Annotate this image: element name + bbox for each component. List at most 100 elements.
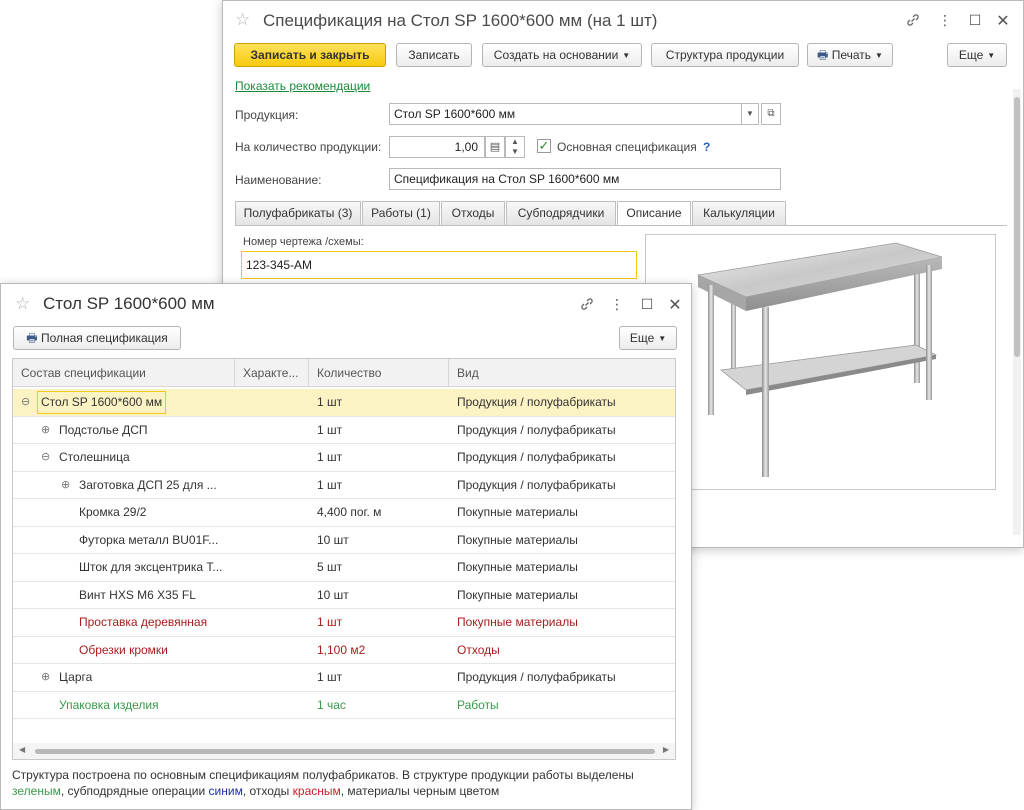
structure-tree-table[interactable]: Состав спецификации Характе... Количеств… bbox=[12, 358, 676, 760]
product-image bbox=[645, 234, 996, 490]
table-row[interactable]: ⊕ Заготовка ДСП 25 для ... 1 шт Продукция /… bbox=[13, 472, 675, 499]
column-header-quantity[interactable]: Количество bbox=[309, 359, 449, 387]
collapse-icon[interactable]: ⊖ bbox=[41, 444, 50, 471]
full-specification-button[interactable]: 🖶 Полная спецификация bbox=[13, 326, 181, 350]
scroll-thumb[interactable] bbox=[1014, 97, 1020, 357]
printer-icon: 🖶 bbox=[26, 331, 38, 345]
row-kind: Продукция / полуфабрикаты bbox=[457, 395, 616, 409]
window-title: Стол SP 1600*600 мм bbox=[43, 294, 215, 313]
more-button[interactable]: Еще ▼ bbox=[619, 326, 677, 350]
drawing-number-field[interactable]: 123-345-АМ bbox=[241, 251, 637, 279]
scroll-left-icon[interactable]: ◀ bbox=[19, 745, 25, 754]
row-kind: Покупные материалы bbox=[457, 532, 578, 547]
table-row[interactable]: ⊕ Царга 1 шт Продукция / полуфабрикаты bbox=[13, 664, 675, 692]
row-quantity: 10 шт bbox=[317, 532, 349, 547]
close-icon[interactable]: ✕ bbox=[667, 295, 683, 315]
tab-panel-border bbox=[235, 225, 1007, 226]
row-quantity: 1 шт bbox=[317, 615, 343, 629]
column-header-kind[interactable]: Вид bbox=[449, 359, 675, 387]
more-vertical-icon[interactable]: ⋮ bbox=[609, 296, 625, 313]
table-row[interactable]: Кромка 29/2 4,400 пог. м Покупные материал… bbox=[13, 499, 675, 527]
table-row[interactable]: Винт HXS M6 X35 FL 10 шт Покупные материал… bbox=[13, 582, 675, 609]
maximize-icon[interactable]: ☐ bbox=[639, 296, 655, 313]
table-row[interactable]: Футорка металл BU01F... 10 шт Покупные мат… bbox=[13, 527, 675, 554]
create-based-on-label: Создать на основании bbox=[493, 48, 619, 62]
more-label: Еще bbox=[629, 331, 655, 345]
save-and-close-button[interactable]: Записать и закрыть bbox=[234, 43, 386, 67]
row-name: Подстолье ДСП bbox=[59, 422, 148, 437]
table-row[interactable]: Обрезки кромки 1,100 м2 Отходы bbox=[13, 637, 675, 664]
tab-waste[interactable]: Отходы bbox=[441, 201, 505, 225]
tab-semi-finished[interactable]: Полуфабрикаты (3) bbox=[235, 201, 361, 225]
drawing-number-label: Номер чертежа /схемы: bbox=[243, 236, 364, 248]
row-name: Проставка деревянная bbox=[79, 615, 208, 629]
product-label: Продукция: bbox=[235, 108, 299, 122]
show-recommendations-link[interactable]: Показать рекомендации bbox=[235, 79, 370, 93]
horizontal-scroll-thumb[interactable] bbox=[35, 749, 655, 754]
tab-description[interactable]: Описание bbox=[617, 201, 691, 226]
more-label: Еще bbox=[958, 48, 984, 62]
calculator-icon[interactable]: ▤ bbox=[485, 136, 505, 158]
table-row[interactable]: ⊕ Подстолье ДСП 1 шт Продукция / полуфабрик… bbox=[13, 417, 675, 444]
link-icon[interactable] bbox=[579, 296, 595, 315]
product-field[interactable]: Стол SP 1600*600 мм bbox=[389, 103, 759, 125]
row-name: Царга bbox=[59, 670, 93, 684]
quantity-stepper[interactable]: ▲ ▼ bbox=[505, 136, 525, 158]
name-field[interactable]: Спецификация на Стол SP 1600*600 мм bbox=[389, 168, 781, 190]
row-kind: Продукция / полуфабрикаты bbox=[457, 422, 616, 437]
row-name: Кромка 29/2 bbox=[79, 505, 147, 519]
expand-icon[interactable]: ⊕ bbox=[41, 664, 50, 691]
chevron-down-icon: ▼ bbox=[622, 50, 631, 60]
legend-blue-word: синим bbox=[208, 784, 243, 798]
row-name: Столешница bbox=[59, 450, 130, 464]
create-based-on-button[interactable]: Создать на основании ▼ bbox=[482, 43, 642, 67]
legend-red-word: красным bbox=[292, 784, 341, 798]
row-quantity: 1 шт bbox=[317, 450, 343, 464]
tab-subcontractors[interactable]: Субподрядчики bbox=[506, 201, 616, 225]
horizontal-scrollbar[interactable]: ◀ ▶ bbox=[13, 743, 675, 759]
product-value: Стол SP 1600*600 мм bbox=[394, 107, 516, 121]
vertical-scrollbar[interactable] bbox=[1013, 89, 1021, 535]
open-product-button[interactable]: ⧉ bbox=[761, 103, 781, 125]
row-quantity: 1 час bbox=[317, 697, 346, 712]
table-row[interactable]: ⊖ Стол SP 1600*600 мм 1 шт Продукция / полу… bbox=[13, 389, 675, 417]
favorite-star-icon[interactable]: ☆ bbox=[235, 10, 250, 30]
row-name: Футорка металл BU01F... bbox=[79, 532, 219, 547]
more-vertical-icon[interactable]: ⋮ bbox=[937, 12, 953, 29]
row-kind: Покупные материалы bbox=[457, 615, 578, 629]
window-title: Спецификация на Стол SP 1600*600 мм (на … bbox=[263, 11, 658, 30]
expand-icon[interactable]: ⊕ bbox=[61, 472, 70, 499]
row-kind: Продукция / полуфабрикаты bbox=[457, 450, 616, 464]
legend-text-2: , субподрядные операции bbox=[60, 784, 209, 798]
more-button[interactable]: Еще ▼ bbox=[947, 43, 1007, 67]
print-button[interactable]: 🖶 Печать ▼ bbox=[807, 43, 893, 67]
name-label: Наименование: bbox=[235, 173, 322, 187]
drawing-number-value: 123-345-АМ bbox=[246, 258, 313, 272]
close-icon[interactable]: ✕ bbox=[995, 11, 1011, 31]
row-quantity: 1,100 м2 bbox=[317, 642, 366, 657]
tab-calculations[interactable]: Калькуляции bbox=[692, 201, 786, 225]
table-row[interactable]: ⊖ Столешница 1 шт Продукция / полуфабрикаты bbox=[13, 444, 675, 472]
row-quantity: 10 шт bbox=[317, 587, 349, 602]
save-button[interactable]: Записать bbox=[396, 43, 472, 67]
table-row[interactable]: Шток для эксцентрика Т... 5 шт Покупные ма… bbox=[13, 554, 675, 582]
tab-works[interactable]: Работы (1) bbox=[362, 201, 440, 225]
row-kind: Покупные материалы bbox=[457, 505, 578, 519]
column-header-composition[interactable]: Состав спецификации bbox=[13, 359, 235, 387]
link-icon[interactable] bbox=[905, 12, 921, 31]
table-row[interactable]: Проставка деревянная 1 шт Покупные материа… bbox=[13, 609, 675, 637]
legend-note: Структура построена по основным специфик… bbox=[12, 767, 682, 799]
column-header-characteristic[interactable]: Характе... bbox=[235, 359, 309, 387]
product-structure-button[interactable]: Структура продукции bbox=[651, 43, 799, 67]
scroll-right-icon[interactable]: ▶ bbox=[663, 745, 669, 754]
expand-icon[interactable]: ⊕ bbox=[41, 417, 50, 444]
favorite-star-icon[interactable]: ☆ bbox=[15, 294, 30, 314]
main-spec-checkbox[interactable]: ✓ bbox=[537, 139, 551, 153]
collapse-icon[interactable]: ⊖ bbox=[21, 389, 30, 416]
table-row[interactable]: Упаковка изделия 1 час Работы bbox=[13, 692, 675, 719]
maximize-icon[interactable]: ☐ bbox=[967, 12, 983, 29]
product-dropdown-button[interactable]: ▼ bbox=[741, 103, 759, 125]
row-name: Заготовка ДСП 25 для ... bbox=[79, 477, 217, 492]
help-icon[interactable]: ? bbox=[703, 140, 710, 154]
quantity-field[interactable]: 1,00 bbox=[389, 136, 485, 158]
